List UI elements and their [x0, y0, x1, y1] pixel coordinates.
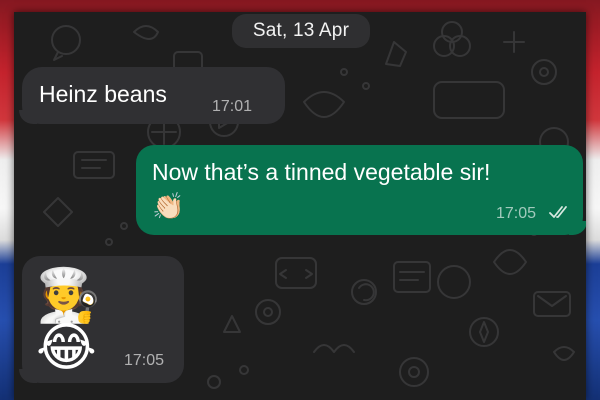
- message-time: 17:05: [496, 205, 537, 222]
- double-check-icon: [549, 205, 571, 224]
- screenshot-frame: Sat, 13 Apr Heinz beans 17:01 Now that’s…: [0, 0, 600, 400]
- clapping-emoji: 👏🏻: [152, 191, 185, 221]
- message-bubble-incoming[interactable]: Heinz beans 17:01: [19, 67, 285, 124]
- message-text: Heinz beans: [39, 81, 167, 107]
- date-separator: Sat, 13 Apr: [232, 14, 370, 48]
- chat-window[interactable]: Sat, 13 Apr Heinz beans 17:01 Now that’s…: [14, 12, 586, 400]
- message-text: Now that’s a tinned vegetable sir!: [152, 159, 491, 185]
- message-bubble-incoming[interactable]: 🧑‍🍳 😂 17:05: [19, 256, 184, 383]
- message-bubble-outgoing[interactable]: Now that’s a tinned vegetable sir! 👏🏻 17…: [136, 145, 586, 235]
- message-time: 17:05: [124, 352, 165, 369]
- message-time: 17:01: [212, 98, 253, 115]
